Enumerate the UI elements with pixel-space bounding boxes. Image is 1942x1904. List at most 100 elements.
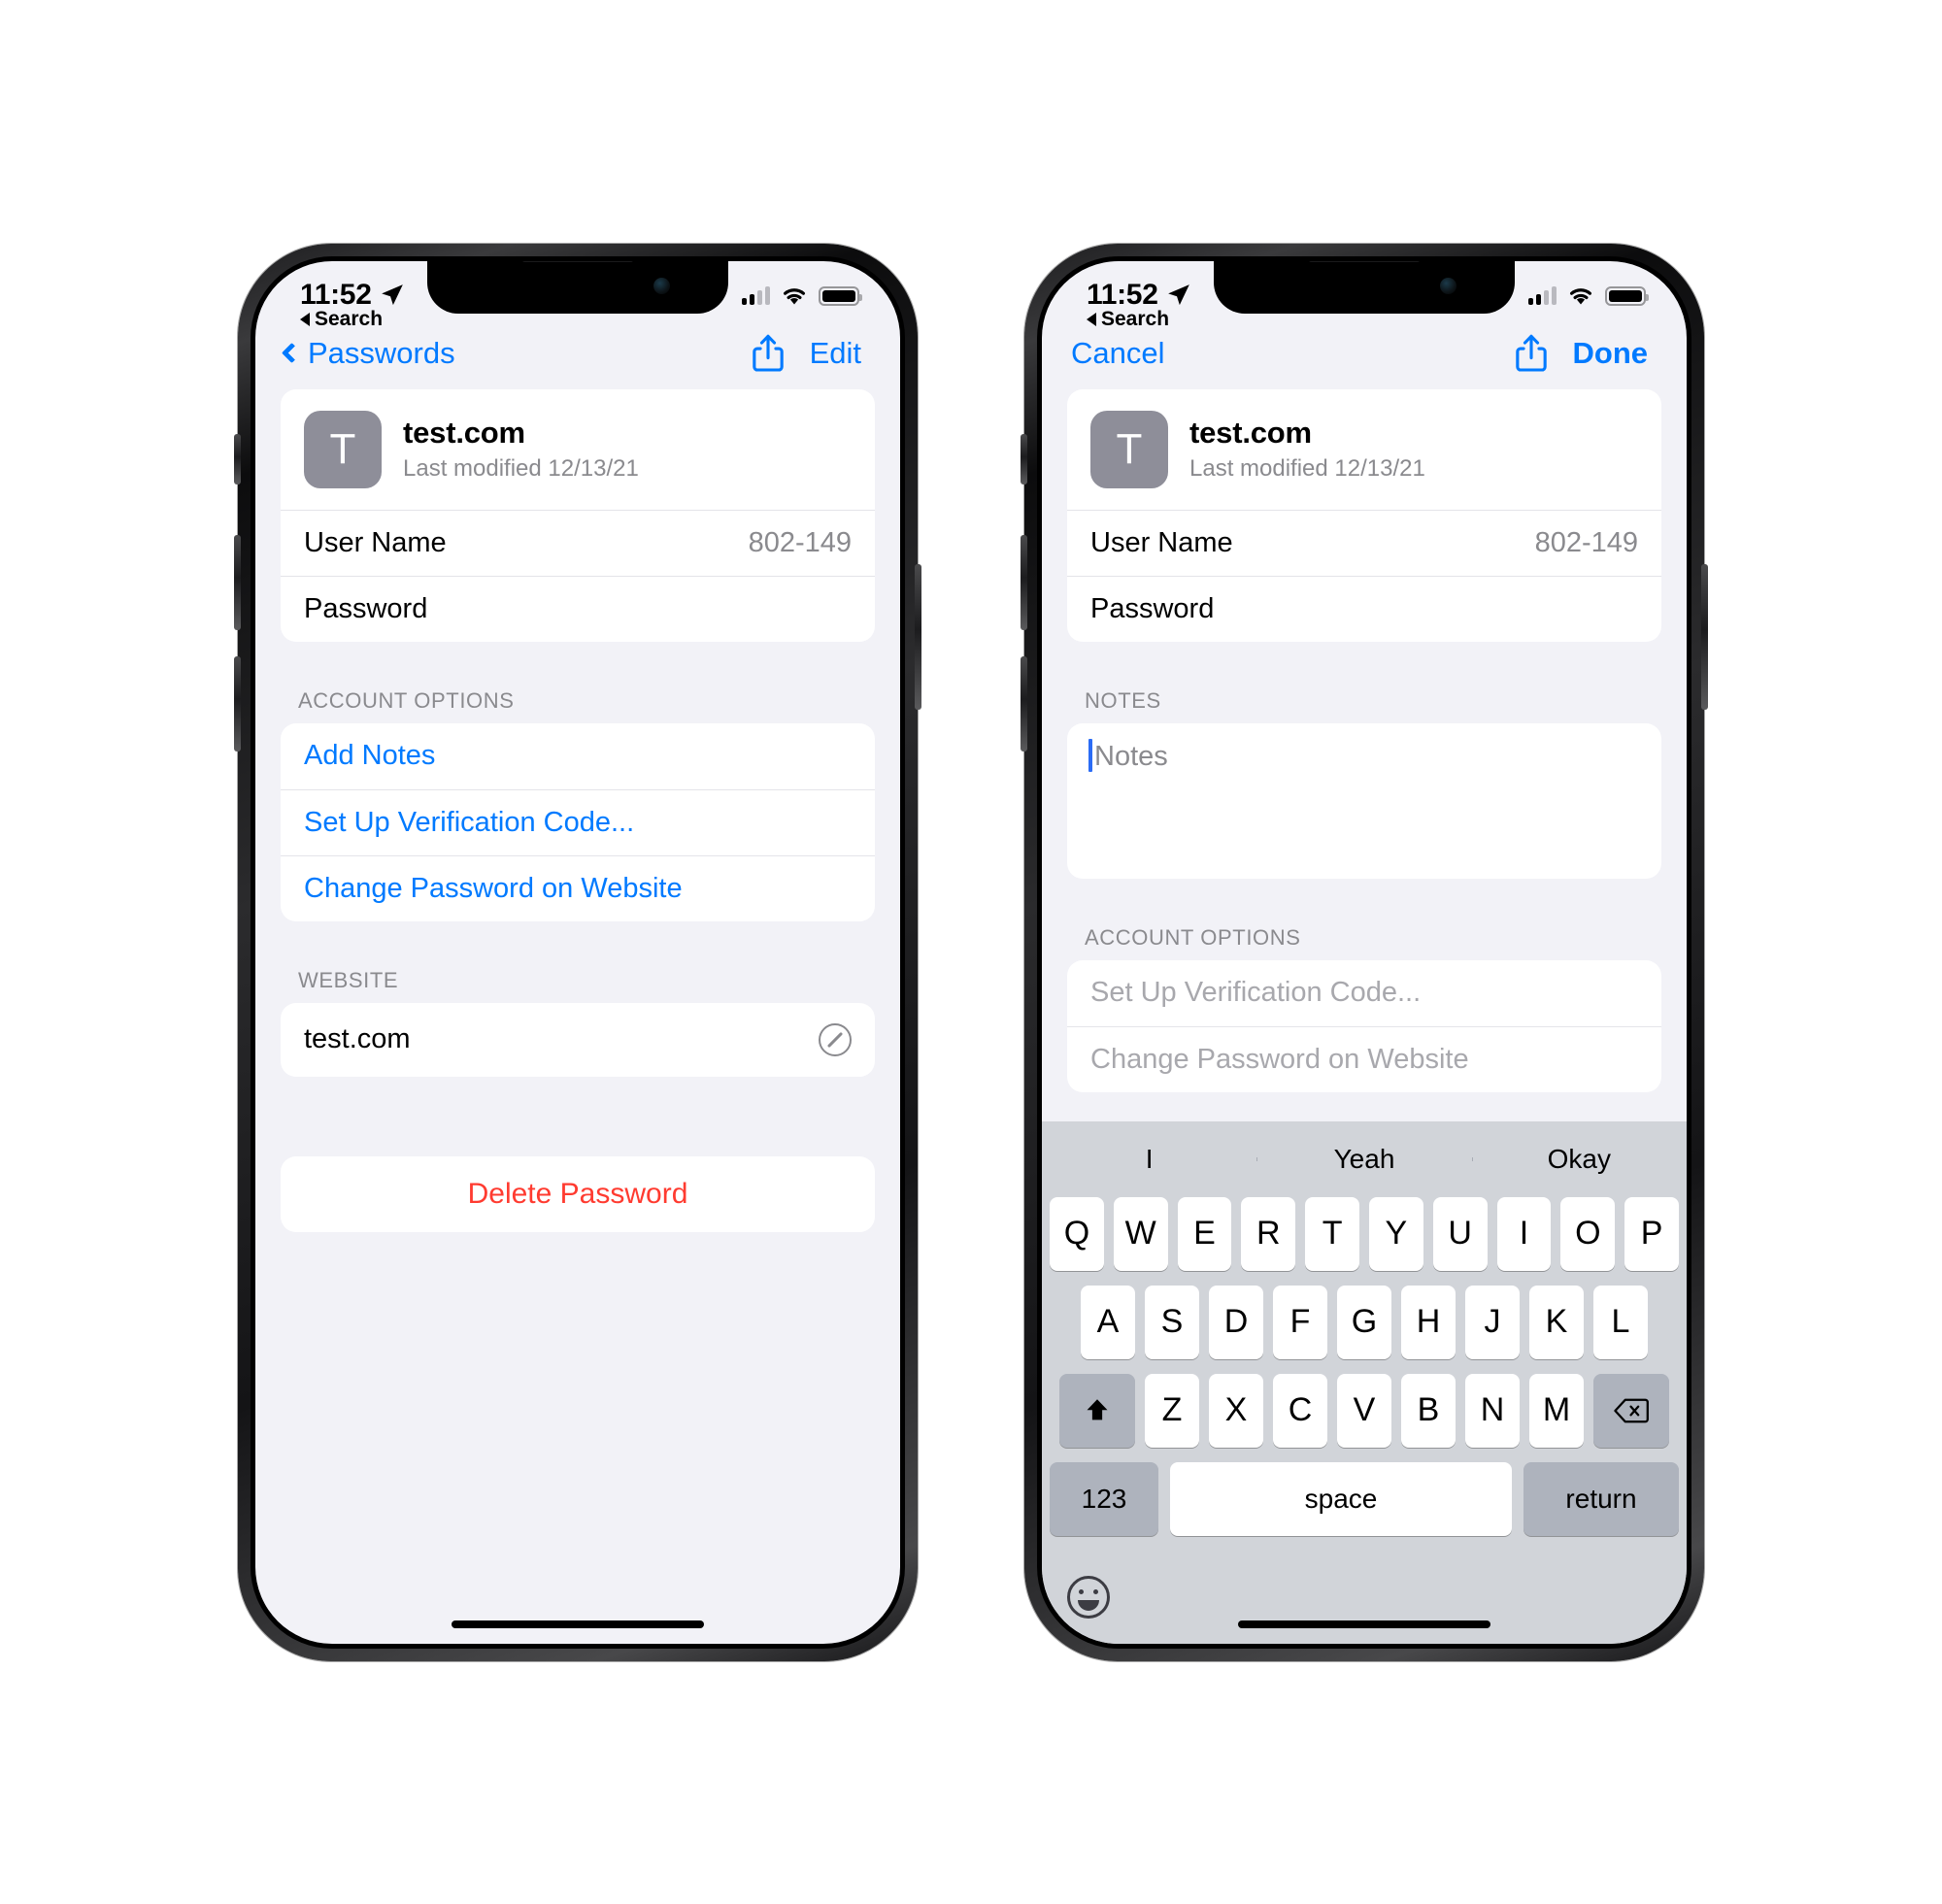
- key-u[interactable]: U: [1432, 1196, 1488, 1271]
- change-password-on-website-button[interactable]: Change Password on Website: [281, 854, 875, 921]
- key-m[interactable]: M: [1529, 1373, 1584, 1448]
- key-b[interactable]: B: [1401, 1373, 1456, 1448]
- prediction-1[interactable]: Yeah: [1256, 1144, 1471, 1175]
- volume-up-button[interactable]: [1021, 534, 1027, 630]
- back-triangle-icon: [1087, 312, 1096, 326]
- key-p[interactable]: P: [1624, 1196, 1679, 1271]
- status-indicators: [742, 285, 862, 306]
- volume-down-button[interactable]: [234, 655, 241, 752]
- last-modified-label: Last modified 12/13/21: [1189, 455, 1425, 482]
- key-o[interactable]: O: [1560, 1196, 1616, 1271]
- emoji-smiley-icon[interactable]: [1067, 1575, 1110, 1619]
- key-x[interactable]: X: [1209, 1373, 1263, 1448]
- key-d[interactable]: D: [1209, 1285, 1263, 1359]
- username-value: 802-149: [748, 526, 852, 558]
- share-icon[interactable]: [1515, 334, 1548, 373]
- key-e[interactable]: E: [1177, 1196, 1232, 1271]
- key-k[interactable]: K: [1529, 1285, 1584, 1359]
- backspace-key[interactable]: [1593, 1373, 1669, 1448]
- change-password-on-website-button[interactable]: Change Password on Website: [1067, 1025, 1661, 1092]
- back-to-search-button[interactable]: Search: [300, 308, 383, 331]
- account-header: T test.com Last modified 12/13/21: [281, 389, 875, 510]
- back-label: Passwords: [308, 335, 455, 370]
- password-label: Password: [304, 592, 428, 624]
- back-passwords-button[interactable]: Passwords: [281, 335, 455, 371]
- numbers-key[interactable]: 123: [1050, 1461, 1158, 1536]
- notes-placeholder-line: Notes: [1088, 738, 1640, 773]
- key-c[interactable]: C: [1273, 1373, 1327, 1448]
- key-g[interactable]: G: [1337, 1285, 1391, 1359]
- username-row[interactable]: User Name 802-149: [281, 509, 875, 576]
- predictive-bar: I Yeah Okay: [1042, 1121, 1687, 1197]
- account-options-card: Add Notes Set Up Verification Code... Ch…: [281, 722, 875, 921]
- silent-switch[interactable]: [234, 433, 241, 484]
- back-to-search-button[interactable]: Search: [1087, 308, 1169, 331]
- return-key[interactable]: return: [1523, 1461, 1679, 1536]
- username-row[interactable]: User Name 802-149: [1067, 509, 1661, 576]
- power-button[interactable]: [1701, 563, 1708, 710]
- status-time: 11:52: [1087, 279, 1191, 312]
- battery-full-icon: [1605, 285, 1649, 306]
- onscreen-keyboard: I Yeah Okay Q W E R T Y U I O P A S D F …: [1042, 1120, 1687, 1644]
- chevron-left-icon: [281, 342, 303, 364]
- key-z[interactable]: Z: [1145, 1373, 1199, 1448]
- cellular-signal-icon: [1528, 286, 1557, 305]
- key-s[interactable]: S: [1145, 1285, 1199, 1359]
- done-button[interactable]: Done: [1573, 336, 1649, 371]
- key-h[interactable]: H: [1401, 1285, 1456, 1359]
- key-y[interactable]: Y: [1369, 1196, 1423, 1271]
- website-section-label: WEBSITE: [298, 967, 399, 992]
- iphone-device-left: 11:52 Search Passwords Edit T test.com L…: [234, 243, 921, 1661]
- key-j[interactable]: J: [1465, 1285, 1520, 1359]
- key-v[interactable]: V: [1337, 1373, 1391, 1448]
- volume-up-button[interactable]: [234, 534, 241, 630]
- wifi-icon: [1570, 288, 1591, 305]
- key-w[interactable]: W: [1113, 1196, 1168, 1271]
- space-key[interactable]: space: [1170, 1461, 1512, 1536]
- key-r[interactable]: R: [1241, 1196, 1296, 1271]
- volume-down-button[interactable]: [1021, 655, 1027, 752]
- status-indicators: [1528, 285, 1649, 306]
- set-up-verification-code-button[interactable]: Set Up Verification Code...: [281, 788, 875, 855]
- prediction-0[interactable]: I: [1042, 1144, 1256, 1175]
- key-f[interactable]: F: [1273, 1285, 1327, 1359]
- account-card: T test.com Last modified 12/13/21 User N…: [281, 388, 875, 642]
- delete-password-button[interactable]: Delete Password: [281, 1155, 875, 1232]
- notes-section-label: NOTES: [1085, 687, 1161, 713]
- add-notes-button[interactable]: Add Notes: [281, 723, 875, 789]
- edit-button[interactable]: Edit: [810, 336, 861, 371]
- back-to-app-label: Search: [1101, 307, 1170, 330]
- key-a[interactable]: A: [1081, 1285, 1135, 1359]
- home-indicator[interactable]: [1238, 1620, 1490, 1628]
- home-indicator[interactable]: [452, 1620, 704, 1628]
- keyboard-row-3: Z X C V B N M: [1042, 1373, 1687, 1448]
- cancel-button[interactable]: Cancel: [1071, 336, 1165, 371]
- safari-compass-icon[interactable]: [819, 1022, 852, 1056]
- password-row[interactable]: Password: [1067, 575, 1661, 642]
- website-row[interactable]: test.com: [281, 1003, 875, 1077]
- password-row[interactable]: Password: [281, 575, 875, 642]
- share-icon[interactable]: [752, 334, 785, 373]
- prediction-2[interactable]: Okay: [1471, 1144, 1687, 1175]
- key-l[interactable]: L: [1593, 1285, 1648, 1359]
- notes-textarea[interactable]: Notes: [1067, 722, 1661, 879]
- silent-switch[interactable]: [1021, 433, 1027, 484]
- key-t[interactable]: T: [1305, 1196, 1359, 1271]
- key-q[interactable]: Q: [1050, 1196, 1104, 1271]
- account-options-card: Set Up Verification Code... Change Passw…: [1067, 959, 1661, 1092]
- key-n[interactable]: N: [1465, 1373, 1520, 1448]
- wifi-icon: [784, 288, 805, 305]
- site-title: test.com: [403, 416, 525, 450]
- site-title: test.com: [1189, 416, 1312, 450]
- shift-key[interactable]: [1059, 1373, 1135, 1448]
- set-up-verification-code-button[interactable]: Set Up Verification Code...: [1067, 960, 1661, 1026]
- battery-full-icon: [819, 285, 862, 306]
- account-header-text: test.com Last modified 12/13/21: [1189, 416, 1425, 483]
- key-i[interactable]: I: [1496, 1196, 1552, 1271]
- back-triangle-icon: [300, 312, 310, 326]
- power-button[interactable]: [915, 563, 921, 710]
